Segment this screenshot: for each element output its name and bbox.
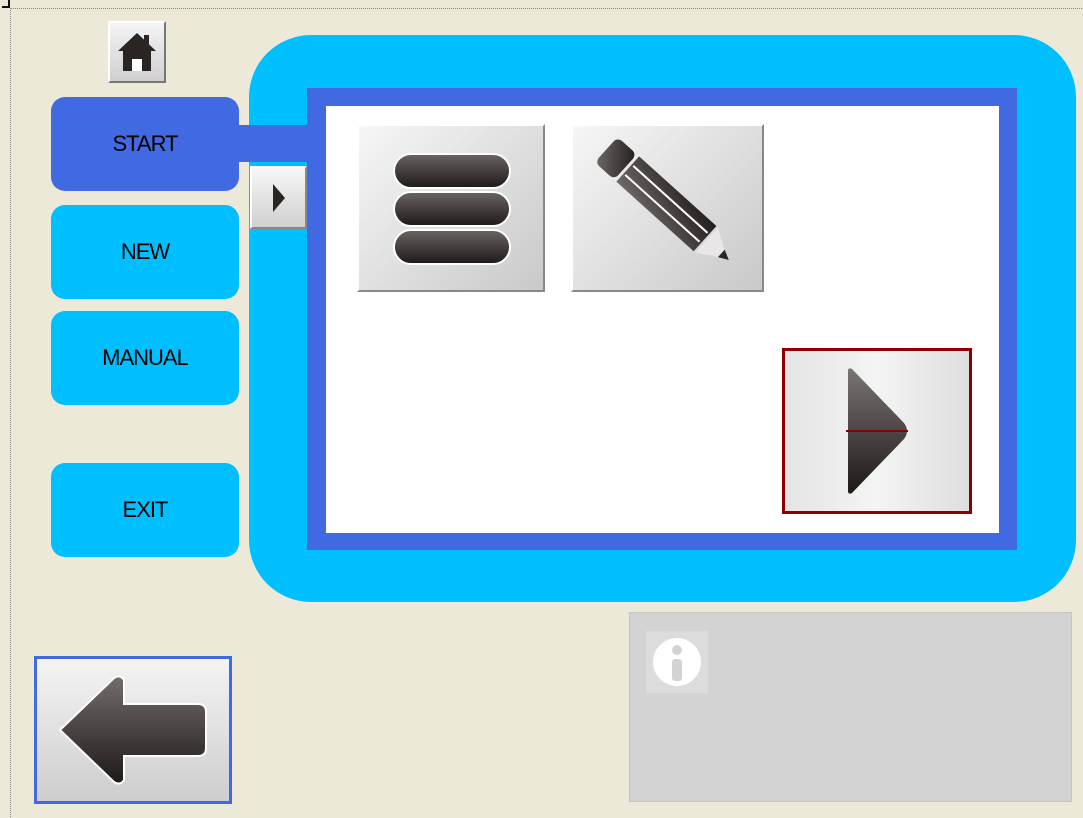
expand-submenu-button[interactable] bbox=[250, 166, 307, 229]
nav-new-label: NEW bbox=[120, 239, 170, 264]
play-right-icon bbox=[846, 368, 908, 494]
back-button[interactable] bbox=[34, 656, 232, 804]
nav-start-button[interactable]: START bbox=[51, 97, 239, 191]
home-button[interactable] bbox=[108, 21, 166, 83]
nav-exit-label: EXIT bbox=[122, 497, 169, 522]
nav-new-button[interactable]: NEW bbox=[51, 205, 239, 299]
next-button[interactable] bbox=[782, 348, 972, 514]
pencil-icon bbox=[596, 139, 729, 261]
info-panel bbox=[629, 612, 1072, 802]
nav-exit-button[interactable]: EXIT bbox=[51, 463, 239, 557]
edit-tile-button[interactable] bbox=[571, 124, 764, 292]
info-icon bbox=[646, 631, 708, 693]
active-tab-connector bbox=[236, 125, 316, 162]
nav-manual-button[interactable]: MANUAL bbox=[51, 311, 239, 405]
corner-marker bbox=[2, 0, 10, 8]
nav-start-label: START bbox=[112, 131, 178, 156]
nav-manual-label: MANUAL bbox=[102, 345, 189, 370]
home-icon bbox=[118, 33, 156, 71]
list-icon bbox=[393, 153, 511, 265]
arrow-left-icon bbox=[58, 675, 207, 785]
play-right-icon bbox=[272, 183, 285, 212]
list-tile-button[interactable] bbox=[357, 124, 545, 292]
